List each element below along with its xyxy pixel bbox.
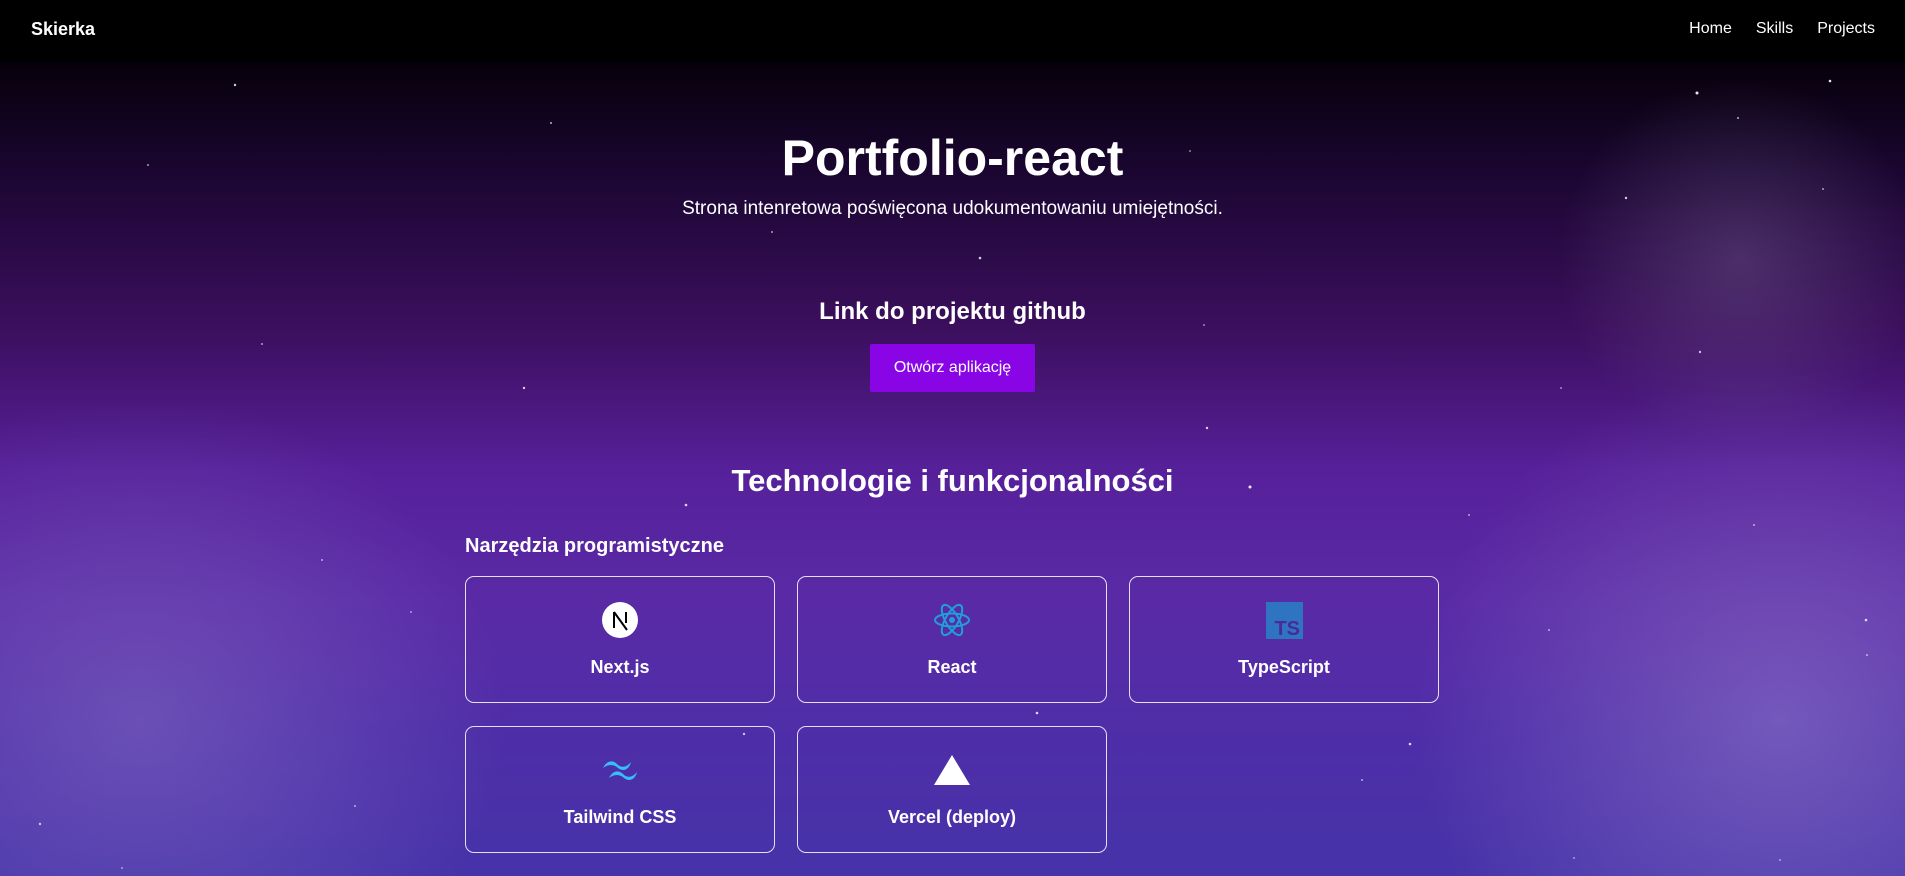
tech-card-vercel[interactable]: Vercel (deploy) xyxy=(797,726,1107,853)
tools-heading: Narzędzia programistyczne xyxy=(465,535,724,557)
technologies-heading: Technologie i funkcjonalności xyxy=(731,463,1174,498)
nav-link-skills[interactable]: Skills xyxy=(1756,20,1793,38)
tech-card-nextjs[interactable]: Next.js xyxy=(465,576,775,703)
tech-card-label: Next.js xyxy=(590,657,650,677)
tech-card-label: Tailwind CSS xyxy=(563,807,677,827)
tech-card-typescript[interactable]: TS TypeScript xyxy=(1129,576,1439,703)
page-title: Portfolio-react xyxy=(781,130,1124,186)
page-subtitle: Strona intenretowa poświęcona udokumento… xyxy=(682,198,1223,219)
tech-card-label: Vercel (deploy) xyxy=(887,807,1017,827)
nav-links: Home Skills Projects xyxy=(1689,20,1875,38)
vercel-icon xyxy=(932,750,972,790)
open-app-button[interactable]: Otwórz aplikację xyxy=(870,344,1035,392)
tailwind-icon xyxy=(600,750,640,790)
navbar: Skierka Home Skills Projects xyxy=(0,0,1905,62)
react-icon xyxy=(932,600,972,640)
typescript-icon: TS xyxy=(1264,600,1304,640)
github-link-heading: Link do projektu github xyxy=(819,298,1086,325)
brand-logo-link[interactable]: Skierka xyxy=(31,19,95,40)
nextjs-icon xyxy=(600,600,640,640)
tech-card-tailwind[interactable]: Tailwind CSS xyxy=(465,726,775,853)
tech-card-react[interactable]: React xyxy=(797,576,1107,703)
svg-text:TS: TS xyxy=(1274,618,1300,639)
tech-card-label: TypeScript xyxy=(1238,657,1330,677)
nav-link-home[interactable]: Home xyxy=(1689,20,1732,38)
tech-card-label: React xyxy=(927,657,977,677)
nav-link-projects[interactable]: Projects xyxy=(1817,20,1875,38)
